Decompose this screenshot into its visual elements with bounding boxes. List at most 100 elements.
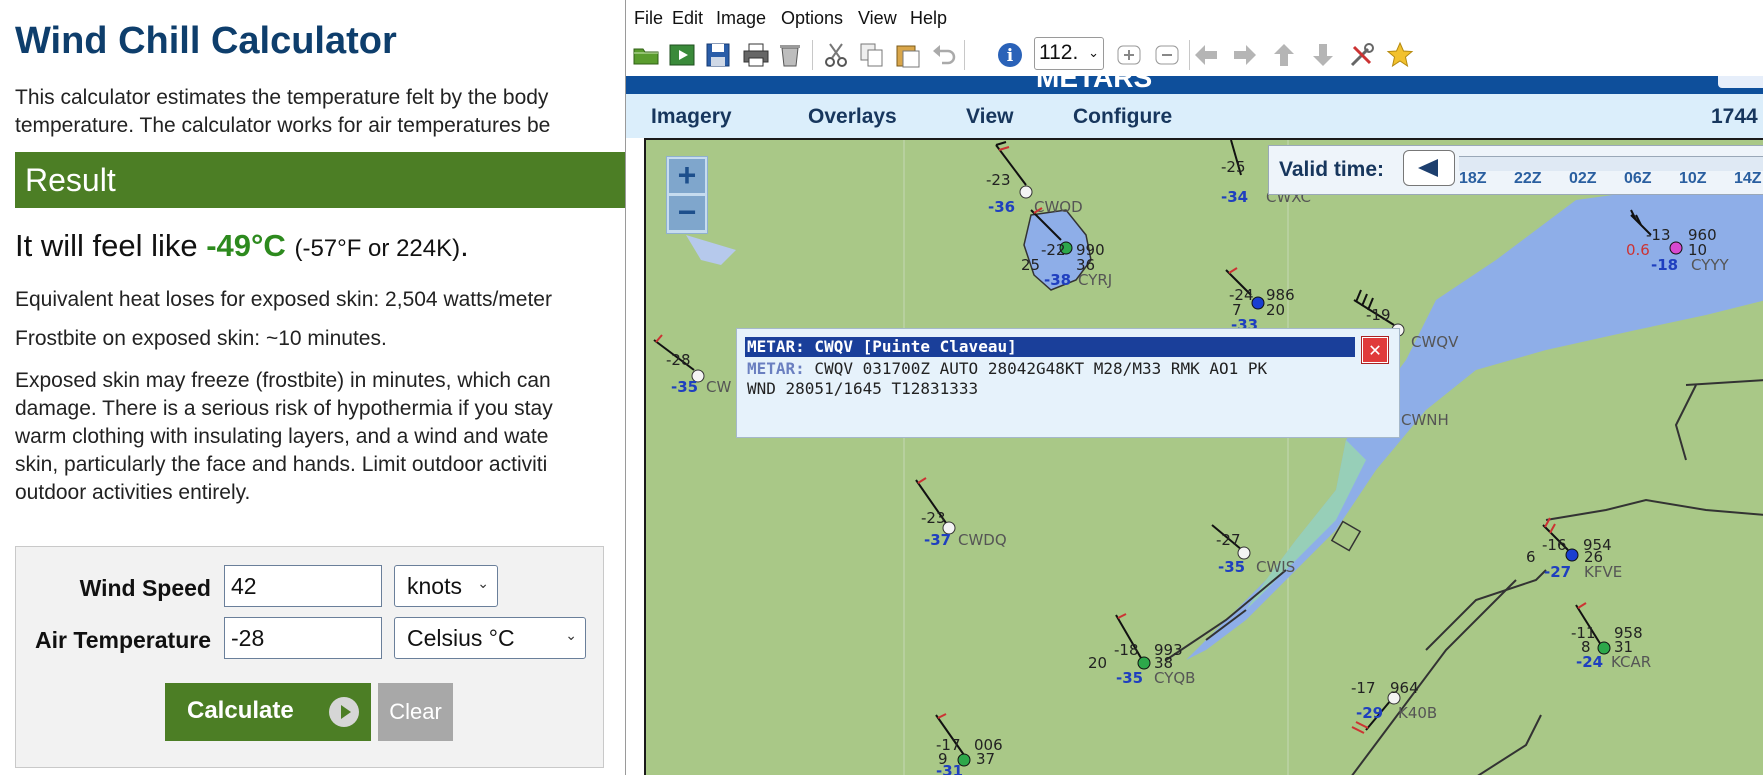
warning-line: Exposed skin may freeze (frostbite) in m… (15, 369, 551, 392)
copy-icon[interactable] (858, 41, 886, 69)
svg-text:-16: -16 (1542, 536, 1567, 554)
warning-line: warm clothing with insulating layers, an… (15, 425, 549, 448)
station-kfve[interactable]: -16 954 6 26 -27 KFVE (1526, 517, 1622, 581)
paste-icon[interactable] (894, 41, 922, 69)
svg-text:-24: -24 (1576, 653, 1603, 671)
arrow-down-icon[interactable] (1309, 41, 1337, 69)
svg-text:KFVE: KFVE (1584, 563, 1622, 581)
open-folder-icon[interactable] (632, 41, 660, 69)
menu-edit[interactable]: Edit (672, 8, 703, 29)
nav-overlays[interactable]: Overlays (808, 105, 897, 129)
svg-text:-19: -19 (1366, 306, 1391, 324)
zoom-out-icon[interactable] (1153, 41, 1181, 69)
station-cwod[interactable]: -23 -36 CWOD (986, 141, 1083, 216)
station-cyrq[interactable]: -17 006 9 37 -31 (935, 713, 1003, 775)
calculate-label: Calculate (187, 697, 294, 724)
svg-text:-18: -18 (1651, 256, 1678, 274)
intro-line: temperature. The calculator works for ai… (15, 114, 551, 137)
svg-text:-35: -35 (671, 378, 698, 396)
nav-configure[interactable]: Configure (1073, 105, 1172, 129)
menu-options[interactable]: Options (781, 8, 843, 29)
feel-value: -49°C (206, 228, 286, 263)
nav-imagery[interactable]: Imagery (651, 105, 732, 129)
station-cw[interactable]: -28 -35 CW (653, 334, 731, 396)
time-slider-track[interactable] (1459, 156, 1763, 171)
time-tick: 02Z (1569, 170, 1597, 187)
metars-banner: METARS (626, 76, 1763, 94)
result-heading: Result (25, 162, 116, 198)
calculate-button[interactable]: Calculate (165, 683, 371, 741)
svg-text:CYYY: CYYY (1691, 256, 1730, 274)
feel-like-result: It will feel like -49°C (-57°F or 224K). (15, 228, 469, 264)
air-temperature-unit-select[interactable]: Celsius °C ⌄ (394, 617, 586, 659)
feel-alt-units: (-57°F or 224K) (294, 235, 461, 262)
clear-button[interactable]: Clear (378, 683, 453, 741)
zoom-level-value: 112. (1039, 41, 1079, 64)
wind-speed-unit-value: knots (407, 573, 462, 599)
settings-tools-icon[interactable] (1348, 41, 1376, 69)
svg-text:20: 20 (1088, 654, 1107, 672)
calculator-form: Wind Speed 42 knots ⌄ Air Temperature -2… (15, 546, 604, 768)
slideshow-icon[interactable] (668, 41, 696, 69)
svg-text:CWDQ: CWDQ (958, 531, 1007, 549)
svg-text:20: 20 (1266, 301, 1285, 319)
wind-speed-label: Wind Speed (79, 575, 211, 601)
svg-text:-18: -18 (1114, 641, 1139, 659)
svg-text:CWNH: CWNH (1401, 411, 1449, 429)
station-cyqb[interactable]: -18 993 20 38 -35 CYQB (1088, 613, 1195, 687)
frostbite-text: Frostbite on exposed skin: ~10 minutes. (15, 327, 387, 350)
nav-view[interactable]: View (966, 105, 1013, 129)
arrow-right-icon[interactable] (1231, 41, 1259, 69)
heat-loss-text: Equivalent heat loses for exposed skin: … (15, 288, 552, 311)
arrow-up-icon[interactable] (1270, 41, 1298, 69)
arrow-left-icon[interactable] (1192, 41, 1220, 69)
menu-help[interactable]: Help (910, 8, 947, 29)
arrow-right-circle-icon (329, 697, 359, 727)
wind-speed-input[interactable]: 42 (224, 565, 382, 607)
map-canvas: -23 -36 CWOD -25 -34 CWXC -22 990 25 36 … (653, 140, 1763, 775)
air-temperature-input[interactable]: -28 (224, 617, 382, 659)
station-cwis[interactable]: -27 -35 CWIS (1211, 524, 1295, 576)
air-temperature-unit-value: Celsius °C (407, 625, 515, 651)
print-icon[interactable] (742, 41, 770, 69)
station-kcar[interactable]: -11 958 8 31 -24 KCAR (1571, 602, 1651, 671)
zoom-in-icon[interactable] (1115, 41, 1143, 69)
menu-image[interactable]: Image (716, 8, 766, 29)
menu-file[interactable]: File (634, 8, 663, 29)
info-icon[interactable]: i (996, 41, 1024, 69)
svg-text:-27: -27 (1216, 531, 1241, 549)
favorite-star-icon[interactable] (1386, 41, 1414, 69)
map-zoom-in-icon[interactable]: + (669, 159, 705, 193)
station-cwdq[interactable]: -23 -37 CWDQ (915, 477, 1007, 549)
wind-speed-unit-select[interactable]: knots ⌄ (394, 565, 498, 607)
svg-text:CWQV: CWQV (1411, 333, 1459, 351)
time-back-button[interactable] (1403, 150, 1455, 186)
station-cybg[interactable]: -24 986 7 20 -33 (1225, 267, 1295, 334)
feel-prefix: It will feel like (15, 228, 198, 263)
svg-text:CYRJ: CYRJ (1078, 271, 1112, 289)
toolbar-separator (964, 40, 965, 70)
svg-text:37: 37 (976, 750, 995, 768)
svg-text:-23: -23 (921, 509, 946, 527)
zoom-level-select[interactable]: 112. ⌄ (1034, 37, 1104, 70)
svg-text:CWIS: CWIS (1256, 558, 1295, 576)
delete-icon[interactable] (776, 41, 804, 69)
svg-text:-34: -34 (1221, 188, 1248, 206)
svg-text:-25: -25 (1221, 158, 1246, 176)
metar-text-line1: CWQV 031700Z AUTO 28042G48KT M28/M33 RMK… (804, 359, 1268, 378)
station-id: CWOD (1034, 198, 1083, 216)
metar-popup: METAR: CWQV [Puinte Claveau] ✕ METAR: CW… (736, 328, 1400, 438)
svg-text:-28: -28 (666, 351, 691, 369)
cut-icon[interactable] (822, 41, 850, 69)
valid-time-label: Valid time: (1279, 158, 1385, 181)
metar-map[interactable]: -23 -36 CWOD -25 -34 CWXC -22 990 25 36 … (644, 138, 1763, 775)
station-k40b[interactable]: -17 964 -29 K40B (1351, 679, 1437, 734)
warning-line: skin, particularly the face and hands. L… (15, 453, 548, 476)
map-zoom-out-icon[interactable]: − (669, 196, 705, 230)
menu-view[interactable]: View (858, 8, 897, 29)
undo-icon[interactable] (930, 41, 958, 69)
intro-line: This calculator estimates the temperatur… (15, 86, 549, 109)
metar-text-line2: WND 28051/1645 T12831333 (747, 379, 979, 398)
save-icon[interactable] (704, 41, 732, 69)
time-tick: 06Z (1624, 170, 1652, 187)
